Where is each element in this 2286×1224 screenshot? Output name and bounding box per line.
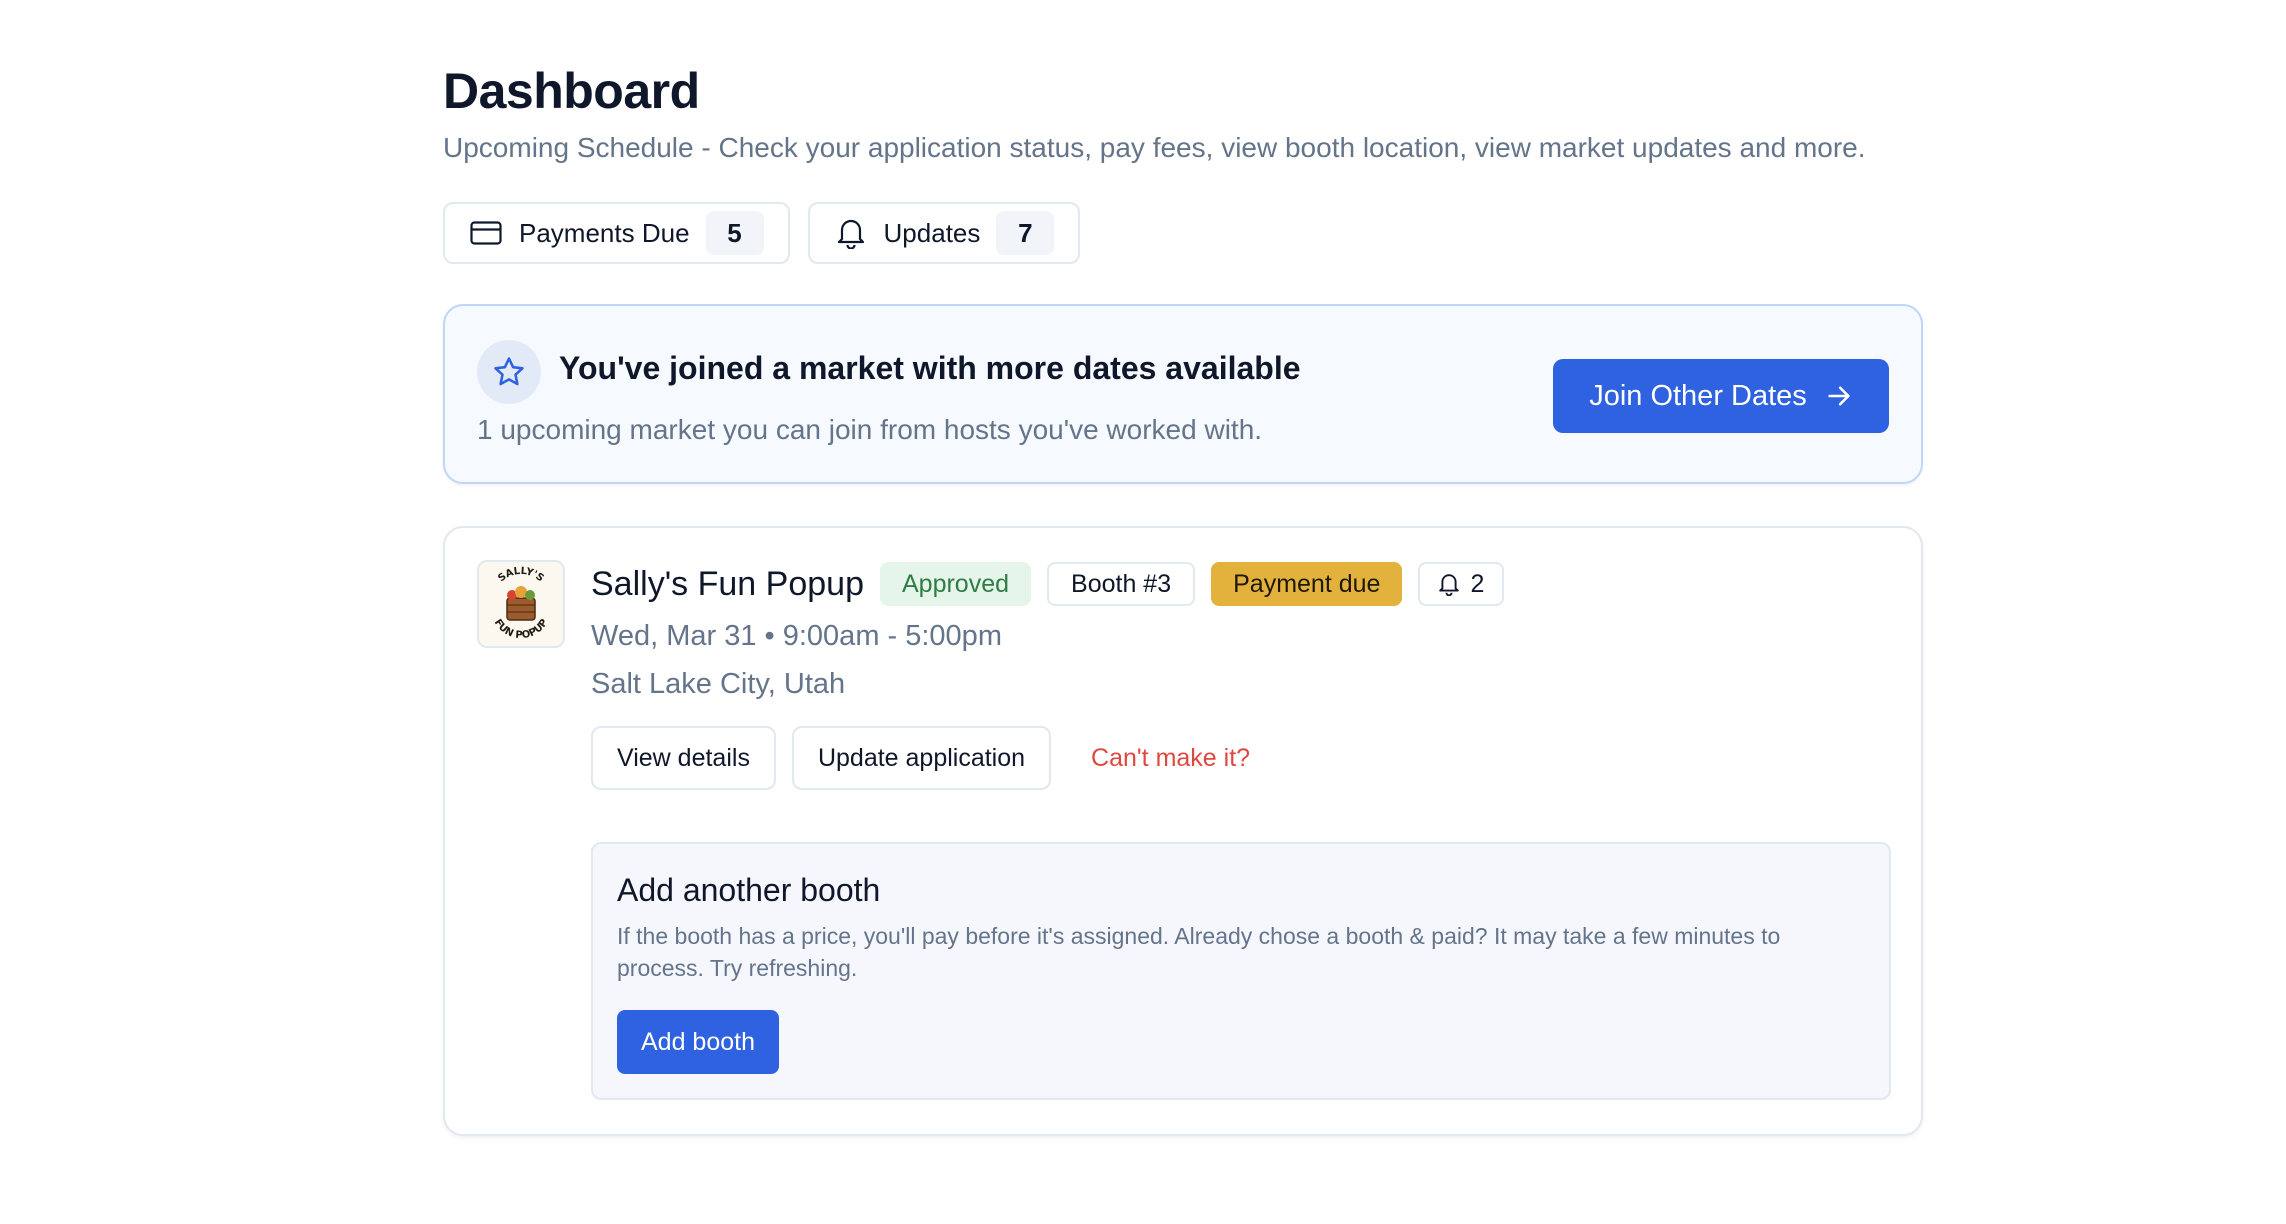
join-other-dates-label: Join Other Dates: [1589, 379, 1807, 412]
booth-badge: Booth #3: [1047, 562, 1196, 606]
event-actions: View details Update application Can't ma…: [591, 726, 1250, 790]
updates-label: Updates: [883, 217, 981, 248]
event-name: Sally's Fun Popup: [591, 564, 864, 603]
event-header: Sally's Fun Popup Approved Booth #3 Paym…: [591, 562, 1505, 606]
add-booth-title: Add another booth: [617, 872, 881, 908]
svg-text:FUN POPUP: FUN POPUP: [492, 617, 551, 641]
main-content: Dashboard Upcoming Schedule - Check your…: [443, 58, 1923, 1136]
arrow-right-icon: [1825, 382, 1853, 410]
dashboard-page: Dashboard Upcoming Schedule - Check your…: [0, 0, 2286, 1224]
updates-chip[interactable]: Updates 7: [807, 202, 1081, 264]
bell-icon: [834, 216, 868, 250]
event-location: Salt Lake City, Utah: [591, 668, 846, 700]
bell-icon: [1438, 572, 1460, 596]
credit-card-icon: [469, 216, 503, 250]
view-details-button[interactable]: View details: [591, 726, 776, 790]
updates-count: 7: [996, 211, 1055, 255]
join-other-dates-button[interactable]: Join Other Dates: [1553, 359, 1889, 433]
payments-due-count: 5: [705, 211, 764, 255]
add-booth-description: If the booth has a price, you'll pay bef…: [617, 923, 1781, 981]
star-icon: [477, 340, 541, 404]
event-card: SALLY'S FUN POPUP Sally's Fun Popup Appr…: [443, 526, 1923, 1136]
payments-due-label: Payments Due: [519, 217, 690, 248]
event-notifications-badge[interactable]: 2: [1418, 562, 1505, 606]
add-booth-button[interactable]: Add booth: [617, 1010, 779, 1074]
svg-text:SALLY'S: SALLY'S: [496, 566, 545, 585]
more-dates-banner: You've joined a market with more dates a…: [443, 304, 1923, 484]
market-logo: SALLY'S FUN POPUP: [477, 560, 565, 648]
event-notifications-count: 2: [1470, 569, 1485, 598]
page-title: Dashboard: [443, 63, 700, 119]
update-application-button[interactable]: Update application: [791, 726, 1052, 790]
cant-make-it-link[interactable]: Can't make it?: [1091, 744, 1250, 773]
banner-title: You've joined a market with more dates a…: [559, 350, 1301, 386]
payment-due-badge: Payment due: [1211, 562, 1403, 606]
add-booth-panel: Add another booth If the booth has a pri…: [591, 842, 1891, 1100]
summary-chips: Payments Due 5 Updates 7: [443, 202, 1923, 264]
page-subtitle: Upcoming Schedule - Check your applicati…: [443, 132, 1866, 163]
payments-due-chip[interactable]: Payments Due 5: [443, 202, 790, 264]
banner-text: 1 upcoming market you can join from host…: [477, 414, 1263, 445]
status-badge: Approved: [879, 562, 1032, 606]
event-datetime: Wed, Mar 31 • 9:00am - 5:00pm: [591, 620, 1002, 652]
